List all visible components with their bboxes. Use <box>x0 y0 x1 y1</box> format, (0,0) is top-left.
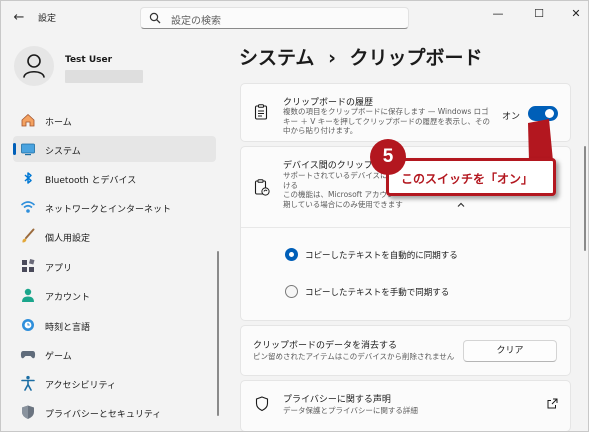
settings-window: ← 設定 設定の検索 — ☐ ✕ Test User ホーム システム Blue… <box>0 0 589 432</box>
page-title: システム › クリップボード <box>239 43 483 70</box>
network-icon <box>20 201 36 213</box>
sidebar-item-home[interactable]: ホーム <box>13 107 216 133</box>
callout-text: このスイッチを「オン」 <box>401 172 534 186</box>
clipboard-history-toggle[interactable] <box>528 106 558 121</box>
sidebar-item-personalization[interactable]: 個人用設定 <box>13 223 216 249</box>
sidebar-item-network[interactable]: ネットワークとインターネット <box>13 194 216 220</box>
search-input[interactable]: 設定の検索 <box>140 7 409 29</box>
sidebar-item-label: システム <box>45 147 81 157</box>
minimize-button[interactable]: — <box>486 5 510 23</box>
radio-auto-sync[interactable] <box>285 248 298 261</box>
divider <box>241 227 570 228</box>
sidebar-item-label: ネットワークとインターネット <box>45 205 172 215</box>
breadcrumb-separator: › <box>328 47 336 69</box>
avatar[interactable] <box>14 46 54 86</box>
system-icon <box>21 143 35 156</box>
radio-manual-sync[interactable] <box>285 285 298 298</box>
accessibility-icon <box>21 375 35 391</box>
privacy-statement-title: プライバシーに関する声明 <box>283 395 391 405</box>
callout-step-number: 5 <box>370 139 406 175</box>
sidebar-item-label: アカウント <box>45 293 91 303</box>
breadcrumb-current: クリップボード <box>349 47 483 69</box>
sidebar-item-accounts[interactable]: アカウント <box>13 282 216 308</box>
user-email-redacted <box>65 70 143 83</box>
external-link-icon[interactable] <box>547 398 558 409</box>
sidebar-scrollbar[interactable] <box>217 251 219 416</box>
maximize-button[interactable]: ☐ <box>527 5 551 23</box>
radio-manual-sync-label: コピーしたテキストを手動で同期する <box>305 288 450 298</box>
selection-indicator <box>13 143 16 155</box>
sidebar-item-system[interactable]: システム <box>13 136 216 162</box>
user-name: Test User <box>65 55 113 65</box>
toggle-state-label: オン <box>502 112 521 122</box>
sidebar-item-label: Bluetooth とデバイス <box>45 176 137 186</box>
sidebar-item-label: 個人用設定 <box>45 234 91 244</box>
sidebar-item-gaming[interactable]: ゲーム <box>13 341 216 367</box>
clear-button[interactable]: クリア <box>463 340 557 362</box>
sidebar-item-label: アクセシビリティ <box>45 381 117 391</box>
clipboard-clear-desc: ピン留めされたアイテムはこのデバイスから削除されません <box>253 352 455 361</box>
breadcrumb-parent[interactable]: システム <box>239 47 314 69</box>
toggle-knob <box>545 109 554 118</box>
shield-icon <box>22 405 34 419</box>
sidebar-item-label: アプリ <box>45 264 73 274</box>
home-icon <box>21 113 35 127</box>
bluetooth-icon <box>24 172 32 184</box>
title-bar: ← 設定 設定の検索 — ☐ ✕ <box>1 1 588 35</box>
clipboard-history-desc: 複数の項目をクリップボードに保存します — Windows ロゴ キー ＋ V … <box>283 107 491 135</box>
person-icon <box>23 54 45 78</box>
sidebar-item-label: ゲーム <box>45 352 72 362</box>
shield-icon <box>255 396 269 412</box>
close-button[interactable]: ✕ <box>564 5 588 23</box>
callout-box: このスイッチを「オン」 <box>386 158 556 196</box>
app-title: 設定 <box>38 14 57 24</box>
gamepad-icon <box>20 351 36 359</box>
sidebar-item-label: 時刻と言語 <box>45 323 91 333</box>
sidebar-item-apps[interactable]: アプリ <box>13 253 216 279</box>
clipboard-sync-icon <box>254 179 270 196</box>
sidebar-item-bluetooth[interactable]: Bluetooth とデバイス <box>13 165 216 191</box>
clipboard-clear-title: クリップボードのデータを消去する <box>253 341 398 351</box>
search-icon <box>149 12 161 24</box>
search-placeholder: 設定の検索 <box>171 16 221 27</box>
radio-auto-sync-label: コピーしたテキストを自動的に同期する <box>305 251 458 261</box>
globe-clock-icon <box>22 319 34 331</box>
sidebar-item-time-language[interactable]: 時刻と言語 <box>13 312 216 338</box>
brush-icon <box>22 228 35 243</box>
sidebar-item-label: ホーム <box>45 118 72 128</box>
apps-icon <box>22 259 35 272</box>
sidebar-item-label: プライバシーとセキュリティ <box>45 410 162 420</box>
sidebar-item-privacy[interactable]: プライバシーとセキュリティ <box>13 399 216 425</box>
privacy-statement-desc: データ保護とプライバシーに関する詳細 <box>283 406 418 415</box>
clipboard-sync-desc: サポートされているデバイスに P ける この機能は、Microsoft アカウン… <box>283 171 403 209</box>
clipboard-history-icon <box>254 104 268 120</box>
chevron-up-icon[interactable] <box>456 200 466 210</box>
sidebar-item-accessibility[interactable]: アクセシビリティ <box>13 370 216 396</box>
main-scrollbar[interactable] <box>584 146 586 251</box>
accounts-icon <box>22 288 34 302</box>
back-button[interactable]: ← <box>9 8 29 28</box>
